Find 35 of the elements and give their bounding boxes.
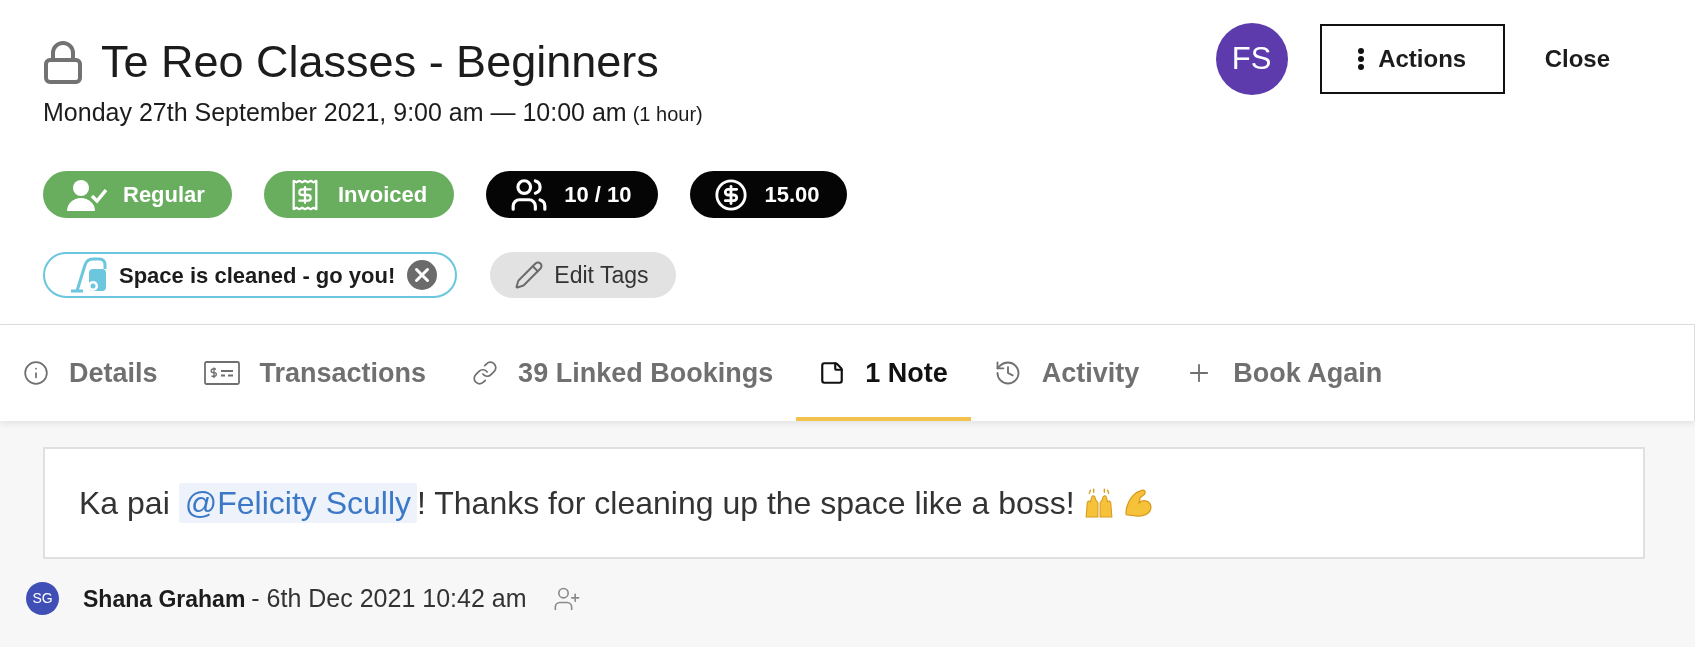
event-title: Te Reo Classes - Beginners: [101, 37, 659, 87]
tab[interactable]: 39 Linked Bookings: [449, 325, 797, 421]
card-dollar-icon: [203, 361, 240, 385]
flexed-arm-icon: [1122, 488, 1153, 518]
remove-tag-icon[interactable]: [407, 260, 438, 290]
tab[interactable]: Book Again: [1162, 325, 1406, 421]
note-timestamp: - 6th Dec 2021 10:42 am: [251, 583, 527, 614]
vacuum-icon: [69, 257, 107, 293]
author-name: Shana Graham: [83, 584, 246, 614]
tab[interactable]: Transactions: [180, 325, 450, 421]
note-text: Ka pai @Felicity Scully ! Thanks for cleaning up the space like a boss!: [79, 482, 1075, 525]
status-badge: Regular: [43, 171, 232, 218]
lock-icon: [43, 40, 83, 84]
author-avatar: SG: [26, 582, 59, 616]
duration-text: (1 hour): [632, 103, 703, 125]
edit-tags-button[interactable]: Edit Tags: [490, 252, 676, 298]
user-avatar: FS: [1215, 23, 1288, 95]
info-icon: [23, 360, 49, 386]
dollar-circle-icon: [714, 177, 749, 212]
user-check-icon: [67, 178, 107, 211]
actions-button[interactable]: Actions: [1319, 24, 1505, 94]
status-badge: Invoiced: [263, 171, 455, 218]
date-time-text: Monday 27th September 2021, 9:00 am — 10:00 am: [43, 98, 627, 126]
close-button[interactable]: Close: [1544, 45, 1610, 73]
link-icon: [472, 360, 499, 386]
raising-hands-icon: [1083, 488, 1114, 518]
tab[interactable]: Activity: [970, 325, 1163, 421]
tab[interactable]: Details: [0, 325, 181, 421]
mention-link[interactable]: @Felicity Scully: [178, 483, 418, 523]
status-badge: 10 / 10: [486, 171, 659, 218]
pencil-icon: [514, 260, 545, 290]
tag-label: Space is cleaned - go you!: [119, 261, 396, 290]
note-icon: [819, 360, 846, 386]
status-badge: 15.00: [690, 171, 847, 218]
kebab-icon: [1358, 48, 1365, 70]
